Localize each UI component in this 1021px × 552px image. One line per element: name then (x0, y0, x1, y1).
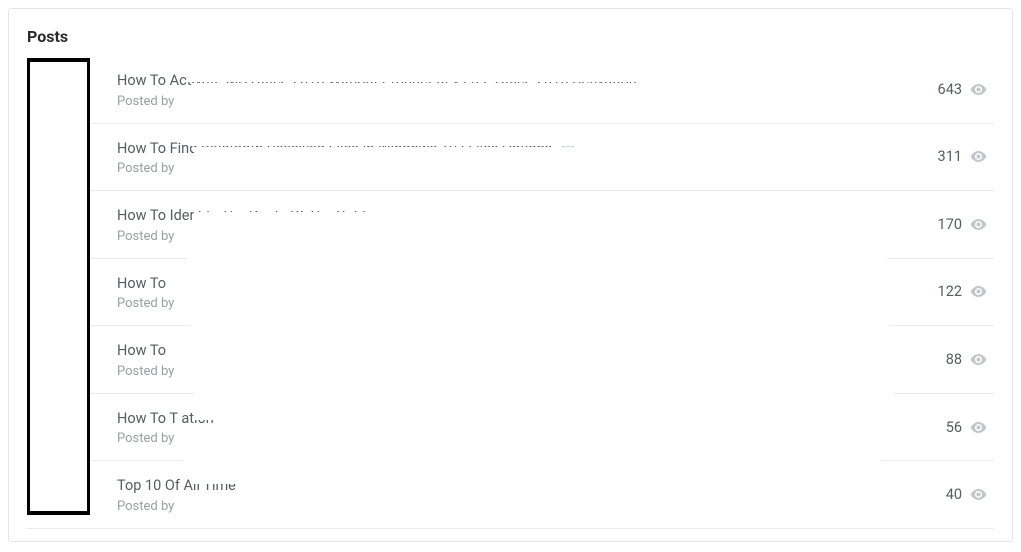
text-obscure (190, 128, 720, 146)
thumbnail-column-box (27, 58, 90, 515)
text-obscure (190, 322, 890, 340)
views: 122 (934, 282, 994, 301)
views: 311 (934, 147, 994, 166)
text-obscure (182, 451, 882, 469)
post-author: Posted by (117, 161, 918, 176)
view-count: 643 (938, 81, 962, 98)
views: 56 (934, 418, 994, 437)
eye-icon (969, 418, 988, 437)
post-author: Posted by (117, 431, 918, 446)
view-count: 122 (938, 283, 962, 300)
text-obscure (194, 387, 894, 405)
posts-card: Posts How To Activate MS Office 2016 Wit… (8, 8, 1013, 542)
post-author: Posted by (117, 364, 918, 379)
posts-list: How To Activate MS Office 2016 Without P… (27, 56, 994, 529)
eye-icon (969, 485, 988, 504)
views: 643 (934, 80, 994, 99)
text-obscure (187, 64, 887, 82)
views: 88 (934, 350, 994, 369)
eye-icon (969, 350, 988, 369)
text-obscure (194, 470, 894, 484)
eye-icon (969, 215, 988, 234)
text-obscure (192, 83, 892, 97)
post-title-link[interactable]: How To (117, 274, 166, 294)
text-obscure (187, 258, 887, 276)
text-obscure (194, 277, 894, 291)
post-author: Posted by (117, 499, 918, 514)
text-obscure (194, 147, 894, 161)
view-count: 56 (946, 419, 962, 436)
eye-icon (969, 147, 988, 166)
eye-icon (969, 282, 988, 301)
views: 170 (934, 215, 994, 234)
eye-icon (969, 80, 988, 99)
view-count: 311 (938, 148, 962, 165)
text-obscure (192, 193, 892, 211)
view-count: 170 (938, 216, 962, 233)
post-title-link[interactable]: How To (117, 341, 166, 361)
view-count: 88 (946, 351, 962, 368)
views: 40 (934, 485, 994, 504)
text-obscure (194, 406, 894, 420)
post-author: Posted by (117, 229, 918, 244)
text-obscure (192, 341, 892, 355)
post-author: Posted by (117, 296, 918, 311)
view-count: 40 (946, 486, 962, 503)
text-obscure (194, 212, 894, 226)
card-title: Posts (27, 27, 994, 46)
